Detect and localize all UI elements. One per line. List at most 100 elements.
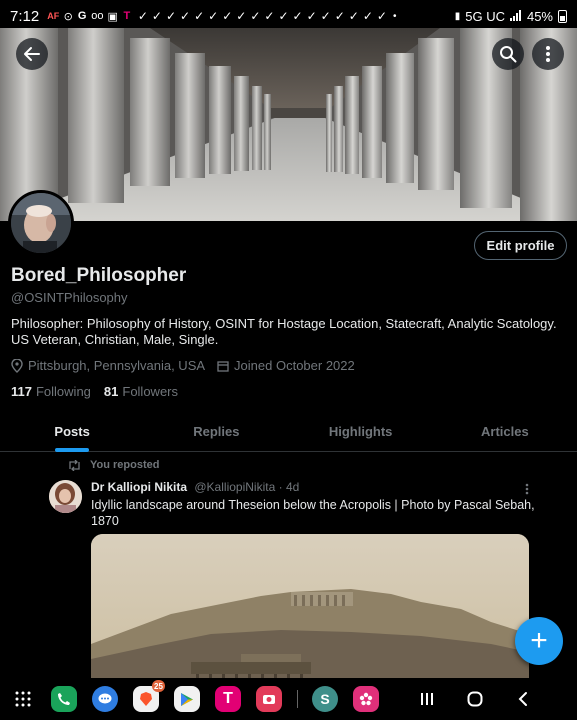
- check-icon: ✓: [151, 9, 162, 23]
- display-name: Bored_Philosopher: [11, 265, 187, 286]
- recents-icon: [421, 693, 433, 705]
- joined-text: Joined October 2022: [234, 358, 355, 373]
- check-icon: ✓: [264, 9, 275, 23]
- nfc-icon: ▮: [454, 10, 461, 22]
- profile-meta: Pittsburgh, Pennsylvania, USA Joined Oct…: [11, 358, 355, 373]
- arrow-left-icon: [24, 47, 40, 61]
- battery-icon: [558, 9, 567, 23]
- more-button[interactable]: [532, 38, 564, 70]
- af-icon: AF: [47, 11, 60, 21]
- status-time: 7:12: [10, 7, 40, 25]
- home-button[interactable]: [460, 691, 490, 707]
- blossom-app-icon[interactable]: [353, 686, 379, 712]
- followers-count: 81: [103, 384, 119, 399]
- check-icon: ✓: [165, 9, 177, 23]
- phone-app-icon[interactable]: [51, 686, 77, 712]
- post-image[interactable]: [91, 534, 529, 694]
- profile-banner: [0, 28, 577, 221]
- check-icon: ✓: [376, 9, 387, 23]
- post-author-name[interactable]: Dr Kalliopi Nikita: [91, 480, 187, 494]
- status-notification-icons: AF ⊙ G oo ▣ T: [47, 10, 132, 23]
- check-icon: ✓: [348, 9, 359, 23]
- battery-label: 45%: [526, 8, 553, 24]
- voicemail-icon: oo: [91, 10, 104, 22]
- location-pin-icon: [11, 358, 23, 373]
- search-button[interactable]: [492, 38, 524, 70]
- android-nav-bar: 25 T S: [0, 678, 577, 720]
- post-time: · 4d: [278, 480, 300, 494]
- follow-stats: 117 Following 81 Followers: [11, 384, 178, 399]
- profile-tabs: Posts Replies Highlights Articles: [0, 412, 577, 452]
- check-icon: ✓: [180, 9, 191, 23]
- profile-handle: @OSINTPhilosophy: [11, 290, 128, 305]
- avatar-image: [11, 193, 71, 253]
- home-icon: [467, 691, 483, 707]
- network-label: 5G UC: [465, 8, 505, 24]
- check-icon: ✓: [278, 9, 289, 23]
- recents-button[interactable]: [412, 692, 442, 706]
- check-icon: ✓: [292, 9, 303, 23]
- check-icons: ✓ ✓ ✓ ✓ ✓ ✓ ✓ ✓ ✓ ✓ ✓ ✓ ✓ ✓ ✓ ✓ ✓ ✓: [138, 9, 387, 23]
- chevron-left-icon: [518, 692, 527, 706]
- camera-app-icon[interactable]: [256, 686, 282, 712]
- tab-highlights[interactable]: Highlights: [289, 412, 433, 451]
- compose-button[interactable]: +: [515, 617, 563, 665]
- image-icon: ▣: [107, 10, 118, 23]
- acropolis-photo: [91, 534, 529, 694]
- more-vertical-icon: [525, 483, 529, 495]
- search-icon: [500, 46, 517, 63]
- check-icon: ✓: [222, 9, 233, 23]
- tab-posts[interactable]: Posts: [0, 412, 144, 451]
- joined-item: Joined October 2022: [217, 358, 355, 373]
- more-vertical-icon: [546, 46, 550, 62]
- check-icon: ✓: [334, 9, 345, 23]
- brave-app-icon[interactable]: 25: [133, 680, 165, 712]
- author-avatar-image: [49, 480, 82, 513]
- banner-image: [0, 28, 577, 221]
- followers-link[interactable]: 81 Followers: [104, 384, 178, 399]
- post-text: Idyllic landscape around Theseion below …: [91, 498, 535, 528]
- check-icon: ✓: [320, 9, 331, 23]
- repost-icon: [69, 459, 80, 471]
- check-icon: ✓: [362, 9, 373, 23]
- post-author-avatar[interactable]: [49, 480, 82, 513]
- post-header: Dr Kalliopi Nikita @KalliopiNikita · 4d: [91, 480, 299, 494]
- following-link[interactable]: 117 Following: [11, 384, 91, 399]
- calendar-icon: [217, 360, 229, 372]
- repost-label: You reposted: [90, 459, 160, 471]
- check-icon: ✓: [208, 9, 219, 23]
- tab-articles[interactable]: Articles: [433, 412, 577, 451]
- post-author-handle[interactable]: @KalliopiNikita: [194, 480, 275, 494]
- google-icon: G: [77, 10, 87, 22]
- status-right: ▮ 5G UC 45%: [455, 9, 567, 24]
- dock-divider: [297, 690, 298, 708]
- check-icon: ✓: [194, 9, 205, 23]
- check-icon: ✓: [137, 9, 148, 23]
- profile-bio: Philosopher: Philosophy of History, OSIN…: [11, 316, 557, 347]
- check-icon: ✓: [236, 9, 247, 23]
- check-icon: ✓: [250, 9, 261, 23]
- t-mobile-app-icon[interactable]: T: [215, 686, 241, 712]
- following-label: Following: [35, 384, 91, 399]
- location-text: Pittsburgh, Pennsylvania, USA: [28, 358, 206, 373]
- tab-replies[interactable]: Replies: [144, 412, 288, 451]
- signal-icon: [509, 9, 522, 24]
- signal-like-app-icon[interactable]: S: [312, 686, 338, 712]
- edit-profile-button[interactable]: Edit profile: [474, 231, 567, 260]
- repost-indicator: You reposted: [67, 459, 159, 471]
- location-item: Pittsburgh, Pennsylvania, USA: [11, 358, 205, 373]
- messages-app-icon[interactable]: [92, 686, 118, 712]
- post-more-button[interactable]: [525, 482, 529, 498]
- tmobile-icon: T: [123, 10, 131, 22]
- target-icon: ⊙: [63, 10, 73, 23]
- profile-avatar[interactable]: [8, 190, 74, 256]
- back-nav-button[interactable]: [508, 691, 538, 707]
- brave-badge: 25: [152, 680, 165, 692]
- following-count: 117: [11, 384, 32, 399]
- back-button[interactable]: [16, 38, 48, 70]
- play-store-app-icon[interactable]: [174, 686, 200, 712]
- notification-dot: •: [392, 10, 397, 22]
- apps-grid-icon[interactable]: [10, 686, 36, 712]
- check-icon: ✓: [306, 9, 317, 23]
- followers-label: Followers: [122, 384, 178, 399]
